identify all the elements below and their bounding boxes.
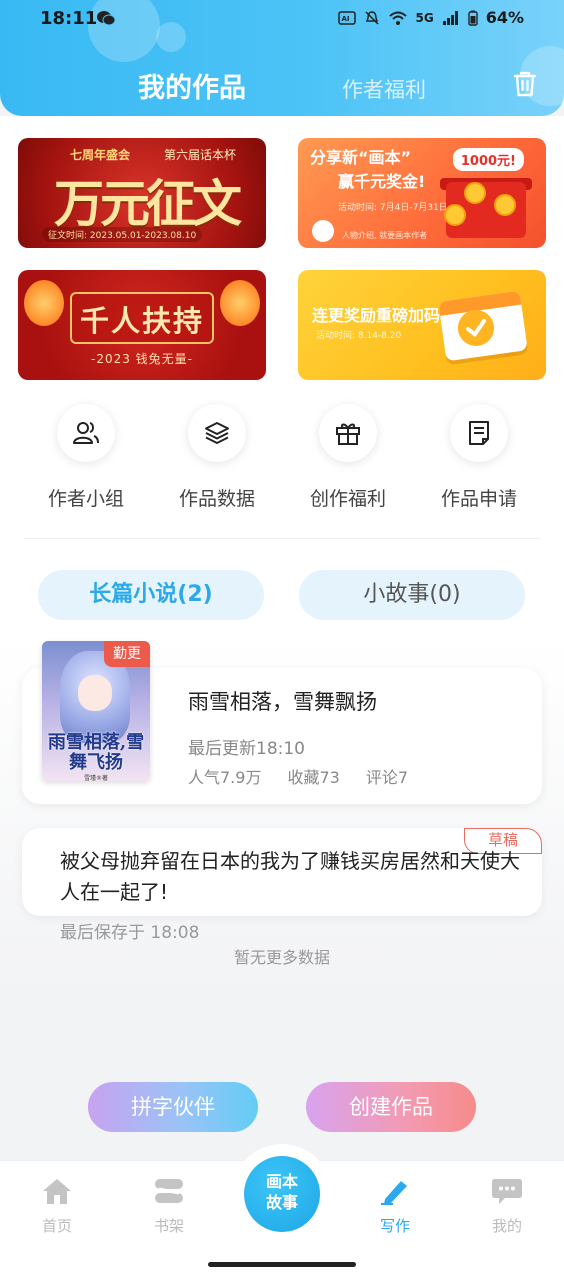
- bookshelf-icon: [155, 1179, 183, 1203]
- center-label-line: 故事: [265, 1193, 298, 1212]
- word-partner-button[interactable]: 拼字伙伴: [88, 1082, 258, 1132]
- work-favorites: 收藏73: [287, 768, 340, 787]
- lantern-icon: [220, 280, 260, 326]
- pen-icon: [381, 1181, 407, 1205]
- home-indicator[interactable]: [208, 1262, 356, 1267]
- nav-label: 我的: [491, 1217, 522, 1235]
- group-icon: [73, 422, 99, 444]
- work-stats: 人气7.9万 收藏73 评论7: [188, 764, 408, 788]
- quick-label: 作品申请: [440, 488, 517, 510]
- coin-icon: [464, 182, 486, 204]
- banner-date: 征文时间: 2023.05.01-2023.08.10: [42, 227, 203, 242]
- work-last-updated: 最后更新18:10: [188, 739, 305, 759]
- app-logo-icon: [312, 220, 334, 242]
- quick-icon-circle: [57, 404, 115, 462]
- tab-my-works[interactable]: 我的作品: [138, 66, 246, 105]
- nav-label: 写作: [379, 1217, 410, 1235]
- coin-icon: [444, 204, 466, 226]
- quick-icon-circle: [188, 404, 246, 462]
- banner-subtitle: -2023 钱兔无量-: [90, 352, 193, 366]
- banner-small: 活动时间: 7月4日-7月31日: [338, 203, 448, 213]
- work-comments: 评论7: [365, 768, 409, 787]
- quick-icon-circle: [319, 404, 377, 462]
- quick-label: 创作福利: [309, 488, 386, 510]
- nav-label: 首页: [41, 1217, 72, 1235]
- quick-label: 作者小组: [47, 488, 124, 510]
- battery-icon: [468, 10, 478, 26]
- draft-saved-time: 最后保存于 18:08: [60, 923, 200, 943]
- work-popularity: 人气7.9万: [188, 768, 262, 787]
- banner-share-reward[interactable]: 分享新“画本” 赢千元奖金! 活动时间: 7月4日-7月31日 1000元! 人…: [298, 138, 546, 248]
- draft-title[interactable]: 被父母抛弃留在日本的我为了赚钱买房居然和天使大人在一起了!: [60, 846, 534, 908]
- signal-icon: [442, 10, 458, 25]
- quick-work-application[interactable]: 作品申请: [439, 404, 519, 510]
- banner-money: 1000元!: [452, 148, 524, 171]
- center-story-button[interactable]: 画本 故事: [244, 1156, 320, 1232]
- center-label-line: 画本: [265, 1172, 298, 1191]
- network-label: 5G: [415, 10, 434, 25]
- banner-update-bonus[interactable]: 连更奖励重磅加码 活动时间: 8.14-8.20: [298, 270, 546, 380]
- status-time: 18:11: [40, 8, 98, 29]
- tab-long-novel[interactable]: 长篇小说(2): [38, 570, 264, 620]
- quick-work-data[interactable]: 作品数据: [177, 404, 257, 510]
- header-tabs: 我的作品 作者福利: [0, 62, 564, 105]
- quick-creation-welfare[interactable]: 创作福利: [308, 404, 388, 510]
- tab-author-welfare[interactable]: 作者福利: [342, 74, 426, 104]
- chat-bubble-icon: [492, 1179, 522, 1204]
- svg-text:AI: AI: [341, 15, 349, 23]
- banner-tag: 第六届话本杯: [164, 148, 237, 162]
- banner-title: 千人扶持: [79, 304, 204, 338]
- home-icon: [43, 1179, 71, 1204]
- quick-icon-circle: [450, 404, 508, 462]
- nav-bookshelf[interactable]: 书架: [134, 1177, 204, 1236]
- document-icon: [469, 421, 489, 445]
- status-bar: 18:11 AI 5G 64%: [0, 8, 564, 30]
- coin-icon: [494, 194, 516, 216]
- wechat-icon: [97, 11, 116, 26]
- mute-icon: [364, 10, 379, 25]
- status-right: AI 5G 64%: [337, 8, 524, 27]
- nav-label: 书架: [153, 1217, 184, 1235]
- cover-title: 雨雪相落,雪舞飞扬: [47, 732, 145, 773]
- banner-line2: 赢千元奖金!: [338, 172, 426, 191]
- nav-home[interactable]: 首页: [22, 1177, 92, 1236]
- wifi-icon: [388, 11, 407, 25]
- banner-essay-contest[interactable]: 七周年盛会 第六届话本杯 万元征文 征文时间: 2023.05.01-2023.…: [18, 138, 266, 248]
- banner-line1: 分享新“画本”: [310, 148, 412, 167]
- tab-short-story[interactable]: 小故事(0): [299, 570, 525, 620]
- banner-small: 人物介绍, 就要画本作者: [342, 231, 428, 240]
- lantern-icon: [24, 280, 64, 326]
- nav-me[interactable]: 我的: [472, 1177, 542, 1236]
- ai-icon: AI: [337, 10, 356, 25]
- cover-art: [78, 675, 112, 711]
- header: 18:11 AI 5G 64% 我的作品 作者福利: [0, 0, 564, 116]
- battery-level: 64%: [485, 8, 524, 27]
- banner-title: 连更奖励重磅加码: [312, 306, 441, 325]
- quick-label: 作品数据: [178, 488, 255, 510]
- frequent-update-badge: 勤更: [104, 641, 150, 667]
- layers-icon: [205, 422, 229, 444]
- banner-thousand-support[interactable]: 千人扶持 -2023 钱兔无量-: [18, 270, 266, 380]
- quick-author-group[interactable]: 作者小组: [46, 404, 126, 510]
- banner-tag: 七周年盛会: [70, 148, 131, 162]
- banner-title: 万元征文: [54, 174, 242, 233]
- nav-write[interactable]: 写作: [360, 1177, 430, 1236]
- create-work-button[interactable]: 创建作品: [306, 1082, 476, 1132]
- gift-icon: [336, 423, 360, 445]
- no-more-data: 暂无更多数据: [233, 948, 330, 967]
- center-button-label: 画本 故事: [244, 1171, 320, 1213]
- banner-subtitle: 活动时间: 8.14-8.20: [316, 331, 402, 341]
- work-title[interactable]: 雨雪相落，雪舞飘扬: [188, 686, 377, 716]
- trash-icon[interactable]: [512, 70, 538, 98]
- cover-author: 雪瑾®著: [83, 775, 108, 781]
- divider: [24, 538, 540, 539]
